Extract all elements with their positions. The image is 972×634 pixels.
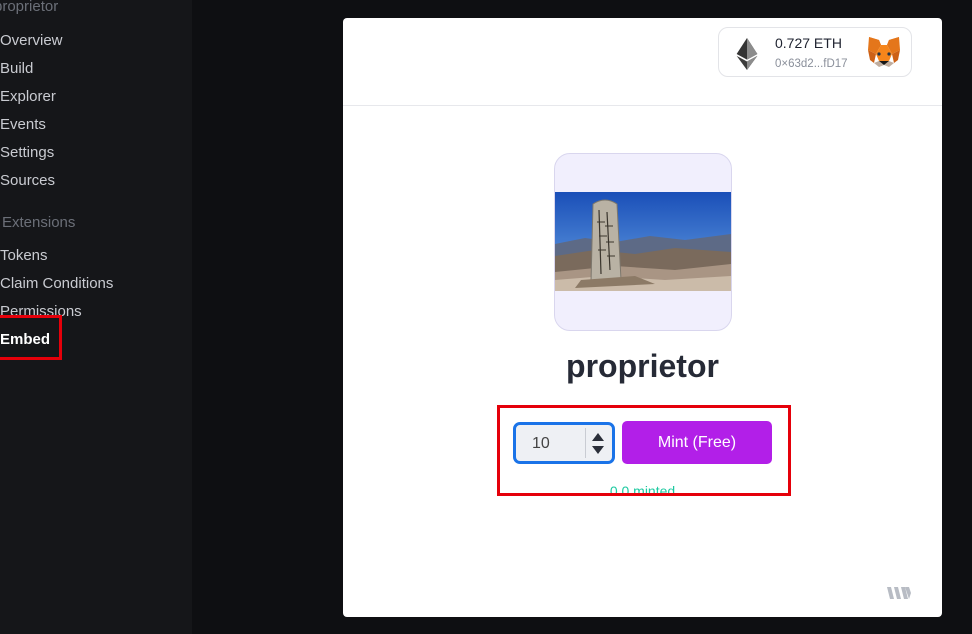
- wallet-balance: 0.727 ETH: [775, 35, 842, 51]
- wallet-address: 0×63d2...fD17: [775, 58, 848, 70]
- nft-image-frame: [554, 153, 732, 331]
- nft-image: [555, 192, 731, 291]
- sidebar-section-extensions: Extensions: [2, 214, 76, 231]
- nft-name: proprietor: [566, 348, 719, 384]
- ethereum-icon: [736, 38, 758, 70]
- highlight-box-embed: [0, 315, 62, 360]
- highlight-box-mint: [497, 405, 791, 496]
- sidebar-item-tokens[interactable]: Tokens: [0, 247, 48, 264]
- sidebar-item-events[interactable]: Events: [0, 116, 46, 133]
- sidebar: proprietor Overview Build Explorer Event…: [0, 0, 192, 634]
- wallet-connect-button[interactable]: 0.727 ETH 0×63d2...fD17: [718, 27, 912, 77]
- sidebar-item-settings[interactable]: Settings: [0, 144, 54, 161]
- sidebar-contract-title: proprietor: [0, 0, 59, 15]
- sidebar-item-overview[interactable]: Overview: [0, 32, 63, 49]
- sidebar-item-build[interactable]: Build: [0, 60, 33, 77]
- embed-preview-card: 0.727 ETH 0×63d2...fD17 proprietor 10 Mi…: [343, 18, 942, 617]
- thirdweb-logo-icon: [887, 587, 911, 599]
- card-divider: [343, 105, 942, 106]
- metamask-fox-icon: [868, 37, 900, 67]
- sidebar-item-claim-conditions[interactable]: Claim Conditions: [0, 275, 113, 292]
- sidebar-item-explorer[interactable]: Explorer: [0, 88, 56, 105]
- sidebar-item-sources[interactable]: Sources: [0, 172, 55, 189]
